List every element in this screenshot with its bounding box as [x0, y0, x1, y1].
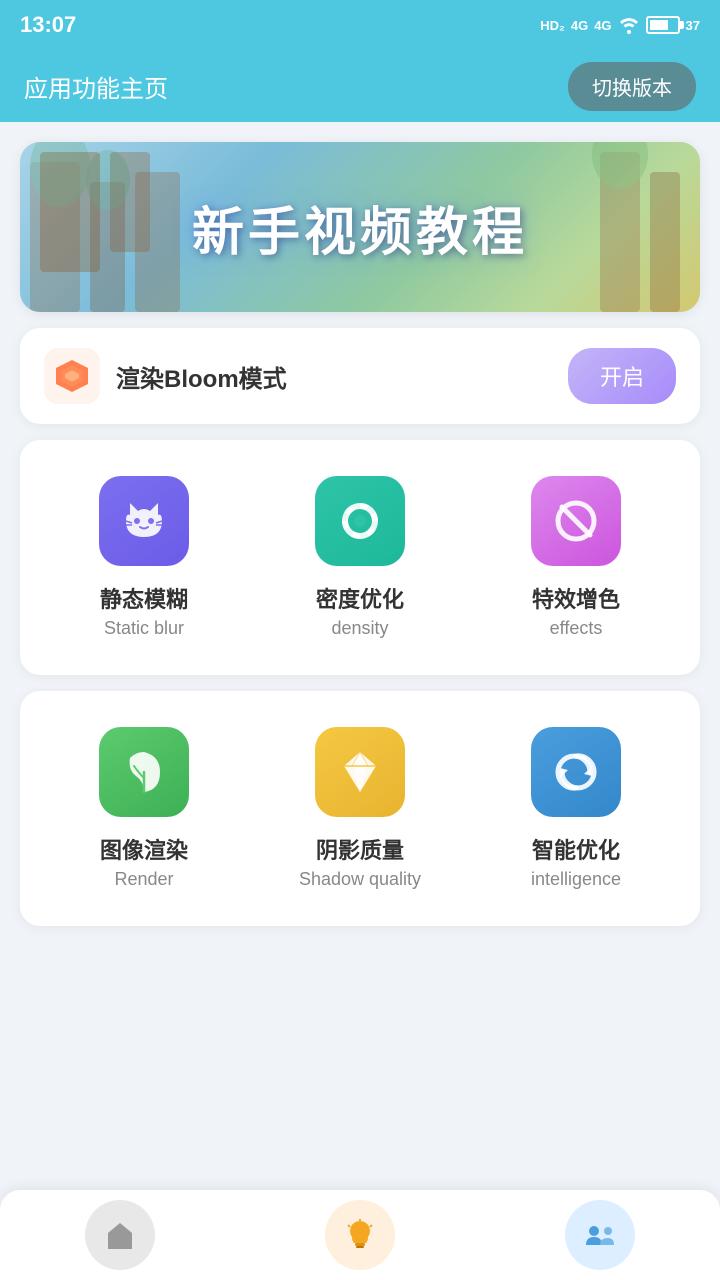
status-icons: HD₂ 4G 4G 37 [540, 16, 700, 34]
effects-icon [548, 493, 604, 549]
bottom-nav [0, 1190, 720, 1280]
version-switch-button[interactable]: 切换版本 [568, 62, 696, 111]
bloom-icon [52, 356, 92, 396]
tip-icon-circle [325, 1200, 395, 1270]
bloom-label: 渲染Bloom模式 [116, 359, 287, 394]
static-blur-name-cn: 静态模糊 [100, 582, 188, 614]
grid-item-density[interactable]: 密度优化 density [252, 456, 468, 659]
home-icon-circle [85, 1200, 155, 1270]
bloom-mode-card: 渲染Bloom模式 开启 [20, 328, 700, 424]
intelligence-name-cn: 智能优化 [532, 833, 620, 865]
effects-name-cn: 特效增色 [532, 582, 620, 614]
main-content: 新手视频教程 渲染Bloom模式 开启 [0, 122, 720, 1026]
shadow-icon-wrap [315, 727, 405, 817]
shadow-name-cn: 阴影质量 [316, 833, 404, 865]
render-icon-wrap [99, 727, 189, 817]
intelligence-icon [548, 744, 604, 800]
battery-icon [646, 16, 680, 34]
grid-item-shadow-quality[interactable]: 阴影质量 Shadow quality [252, 707, 468, 910]
intelligence-name-en: intelligence [531, 869, 621, 890]
density-name-cn: 密度优化 [316, 582, 404, 614]
shadow-name-en: Shadow quality [299, 869, 421, 890]
grid-row-1: 静态模糊 Static blur [36, 456, 684, 659]
banner-background: 新手视频教程 [20, 142, 700, 312]
nav-item-chat[interactable] [550, 1200, 650, 1270]
wifi-icon [618, 16, 640, 34]
grid-row-1-card: 静态模糊 Static blur [20, 440, 700, 675]
status-bar: 13:07 HD₂ 4G 4G 37 [0, 0, 720, 50]
render-name-en: Render [114, 869, 173, 890]
effects-name-en: effects [550, 618, 603, 639]
shadow-icon [332, 744, 388, 800]
tutorial-banner[interactable]: 新手视频教程 [20, 142, 700, 312]
nav-item-home[interactable] [70, 1200, 170, 1270]
status-time: 13:07 [20, 12, 76, 38]
render-leaf-icon [116, 744, 172, 800]
grid-item-effects[interactable]: 特效增色 effects [468, 456, 684, 659]
grid-row-2-card: 图像渲染 Render 阴影质量 Shadow quality [20, 691, 700, 926]
static-blur-name-en: Static blur [104, 618, 184, 639]
hd2-icon: HD₂ [540, 18, 565, 33]
grid-item-intelligence[interactable]: 智能优化 intelligence [468, 707, 684, 910]
intelligence-icon-wrap [531, 727, 621, 817]
grid-item-static-blur[interactable]: 静态模糊 Static blur [36, 456, 252, 659]
render-name-cn: 图像渲染 [100, 833, 188, 865]
banner-text: 新手视频教程 [192, 190, 528, 265]
page-title: 应用功能主页 [24, 69, 168, 104]
grid-item-render[interactable]: 图像渲染 Render [36, 707, 252, 910]
4g-icon1: 4G [571, 18, 588, 33]
app-header: 应用功能主页 切换版本 [0, 50, 720, 122]
static-blur-icon-wrap [99, 476, 189, 566]
density-icon-wrap [315, 476, 405, 566]
cat-icon [116, 493, 172, 549]
grid-row-2: 图像渲染 Render 阴影质量 Shadow quality [36, 707, 684, 910]
home-icon [102, 1217, 138, 1253]
bloom-left: 渲染Bloom模式 [44, 348, 287, 404]
density-icon [332, 493, 388, 549]
density-name-en: density [331, 618, 388, 639]
battery-percent: 37 [686, 18, 700, 33]
nav-item-tips[interactable] [310, 1200, 410, 1270]
4g-icon2: 4G [594, 18, 611, 33]
chat-icon-circle [565, 1200, 635, 1270]
bloom-icon-wrap [44, 348, 100, 404]
bloom-toggle-button[interactable]: 开启 [568, 348, 676, 404]
lightbulb-icon [342, 1217, 378, 1253]
effects-icon-wrap [531, 476, 621, 566]
chat-icon [582, 1217, 618, 1253]
